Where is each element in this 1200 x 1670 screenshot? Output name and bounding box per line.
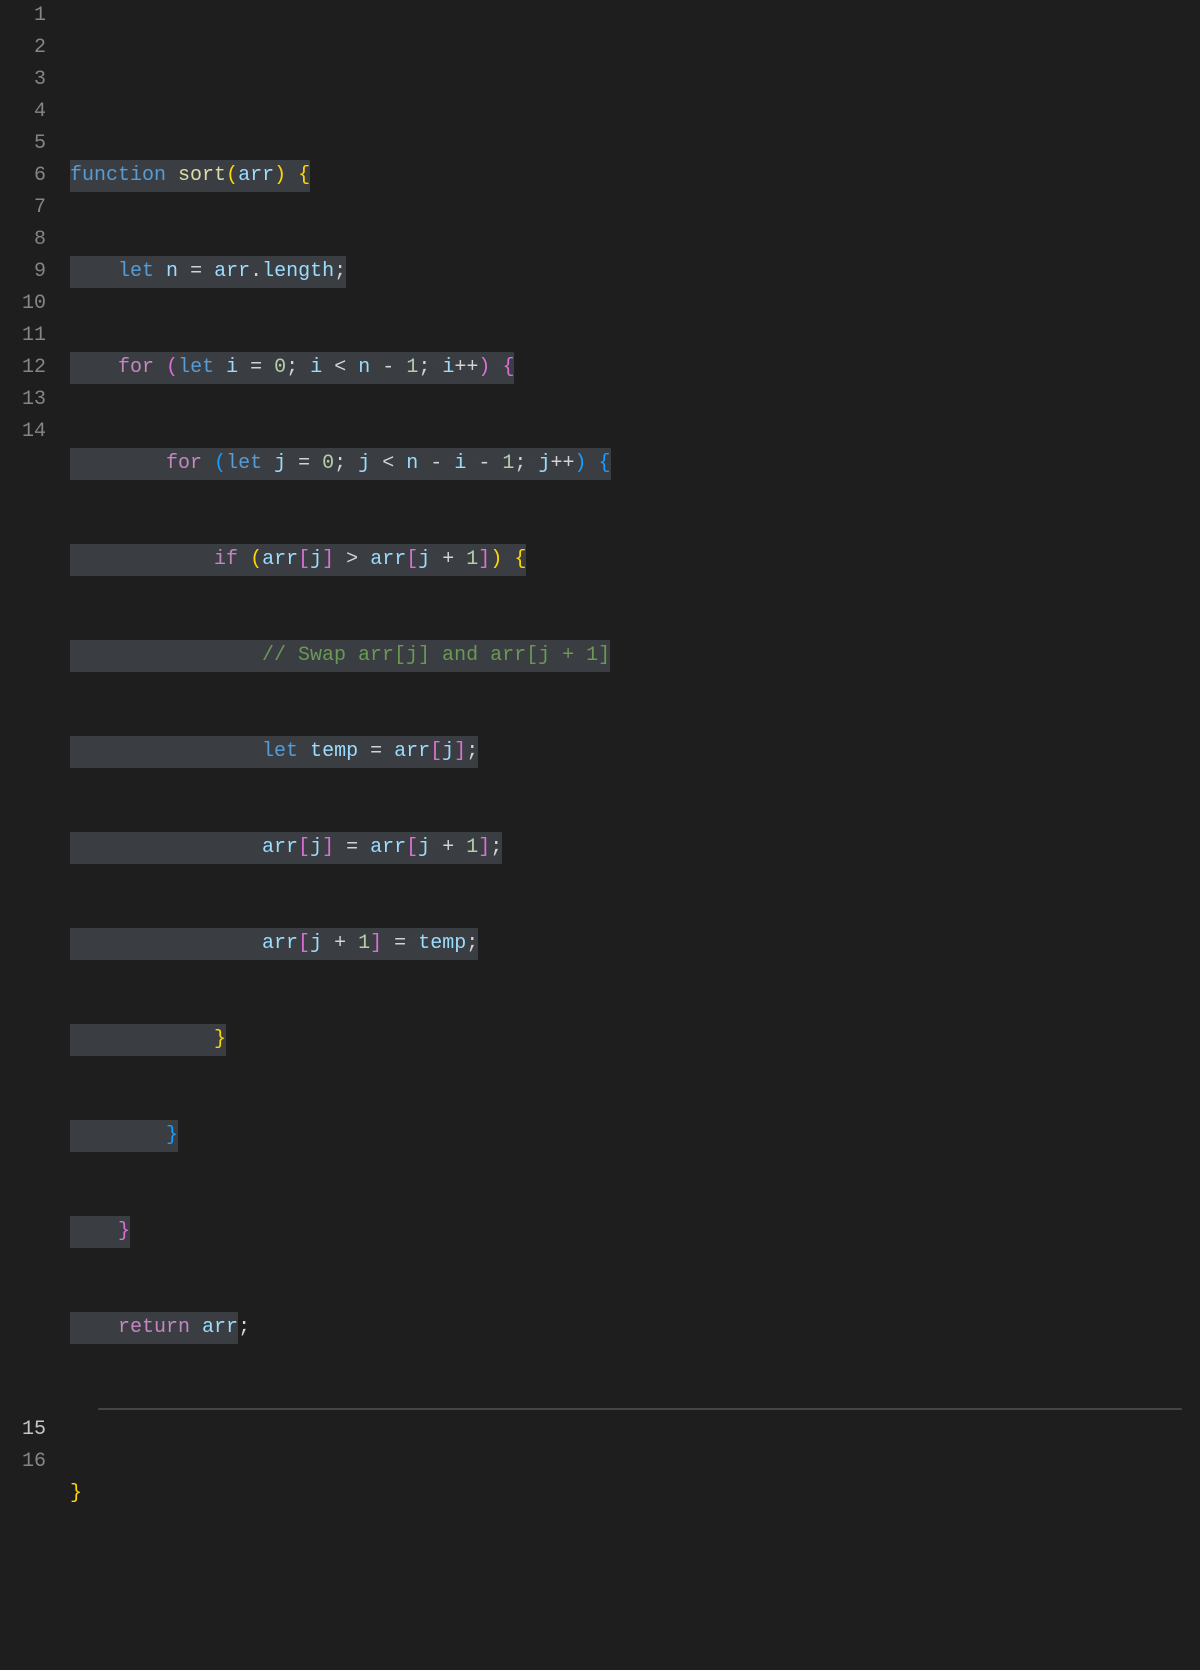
code-content[interactable]: function·sort(arr)·{ ····let·n·=·arr.len… [70, 0, 1200, 1408]
line-number: 10 [0, 288, 46, 320]
inline-chat-panel: which sorting algorithm is this? used /e… [98, 1408, 1182, 1410]
line-number: 8 [0, 224, 46, 256]
gutter: 15 16 [0, 1414, 70, 1670]
line-number: 4 [0, 96, 46, 128]
line-number: 13 [0, 384, 46, 416]
code-area-top[interactable]: 1 2 3 4 5 6 7 8 9 10 11 12 13 14 functio… [0, 0, 1200, 1408]
code-area-bottom[interactable]: 15 16 } [0, 1414, 1200, 1670]
line-number: 16 [0, 1446, 46, 1478]
line-number: 11 [0, 320, 46, 352]
line-number: 2 [0, 32, 46, 64]
line-number: 15 [0, 1414, 46, 1446]
line-number: 12 [0, 352, 46, 384]
line-number: 1 [0, 0, 46, 32]
code-content[interactable]: } [70, 1414, 1200, 1670]
line-number: 14 [0, 416, 46, 448]
line-number: 3 [0, 64, 46, 96]
line-number: 5 [0, 128, 46, 160]
gutter: 1 2 3 4 5 6 7 8 9 10 11 12 13 14 [0, 0, 70, 1408]
chat-user-message: which sorting algorithm is this? [99, 1409, 1181, 1410]
line-number: 9 [0, 256, 46, 288]
code-editor: 1 2 3 4 5 6 7 8 9 10 11 12 13 14 functio… [0, 0, 1200, 888]
line-number: 6 [0, 160, 46, 192]
line-number: 7 [0, 192, 46, 224]
